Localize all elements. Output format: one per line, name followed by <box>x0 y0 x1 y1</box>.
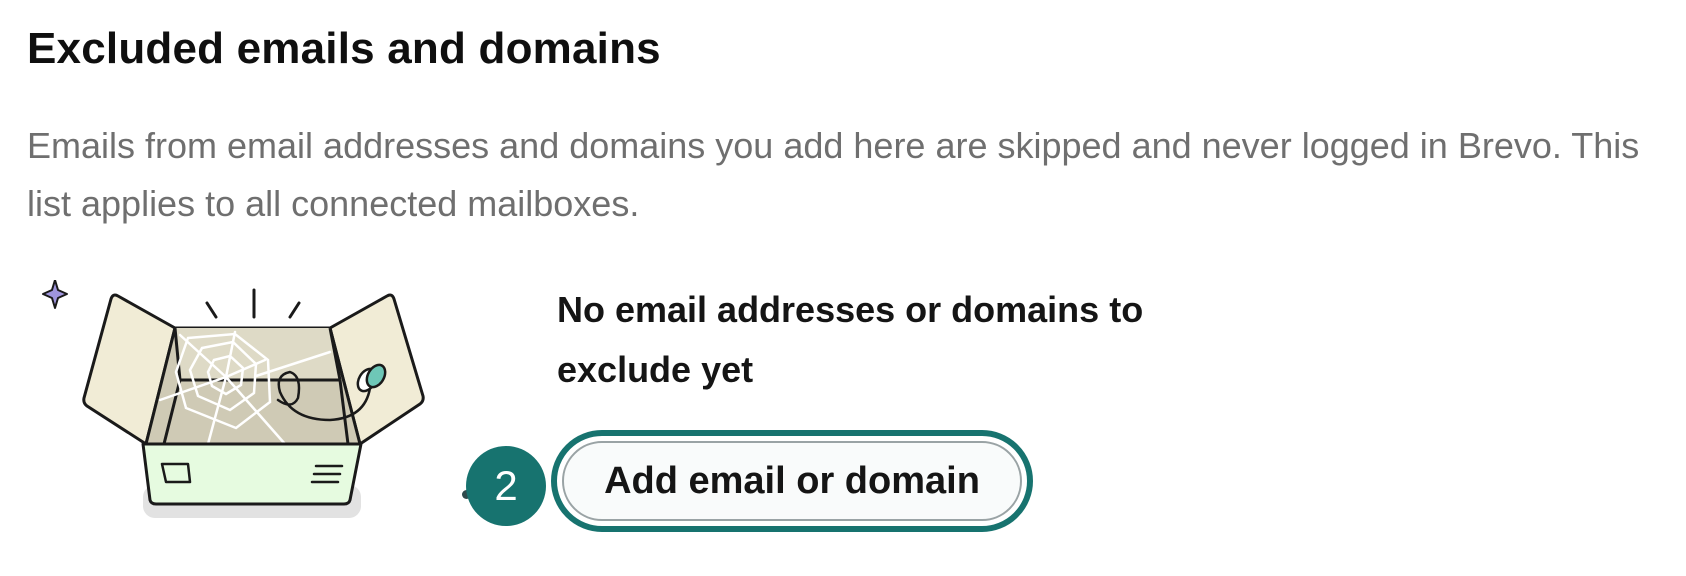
motion-line <box>288 301 301 319</box>
add-email-or-domain-button[interactable]: Add email or domain <box>551 430 1033 532</box>
empty-state-heading: No email addresses or domains to exclude… <box>557 289 1144 390</box>
add-button-label: Add email or domain <box>604 459 980 502</box>
section-description: Emails from email addresses and domains … <box>27 125 1640 224</box>
sparkle-icon <box>42 280 68 309</box>
excluded-emails-section: Excluded emails and domains Emails from … <box>0 0 1686 576</box>
section-title: Excluded emails and domains <box>27 24 661 73</box>
motion-line <box>205 301 218 319</box>
open-box-with-cobweb-icon <box>42 280 425 518</box>
step-badge: 2 <box>466 446 546 526</box>
